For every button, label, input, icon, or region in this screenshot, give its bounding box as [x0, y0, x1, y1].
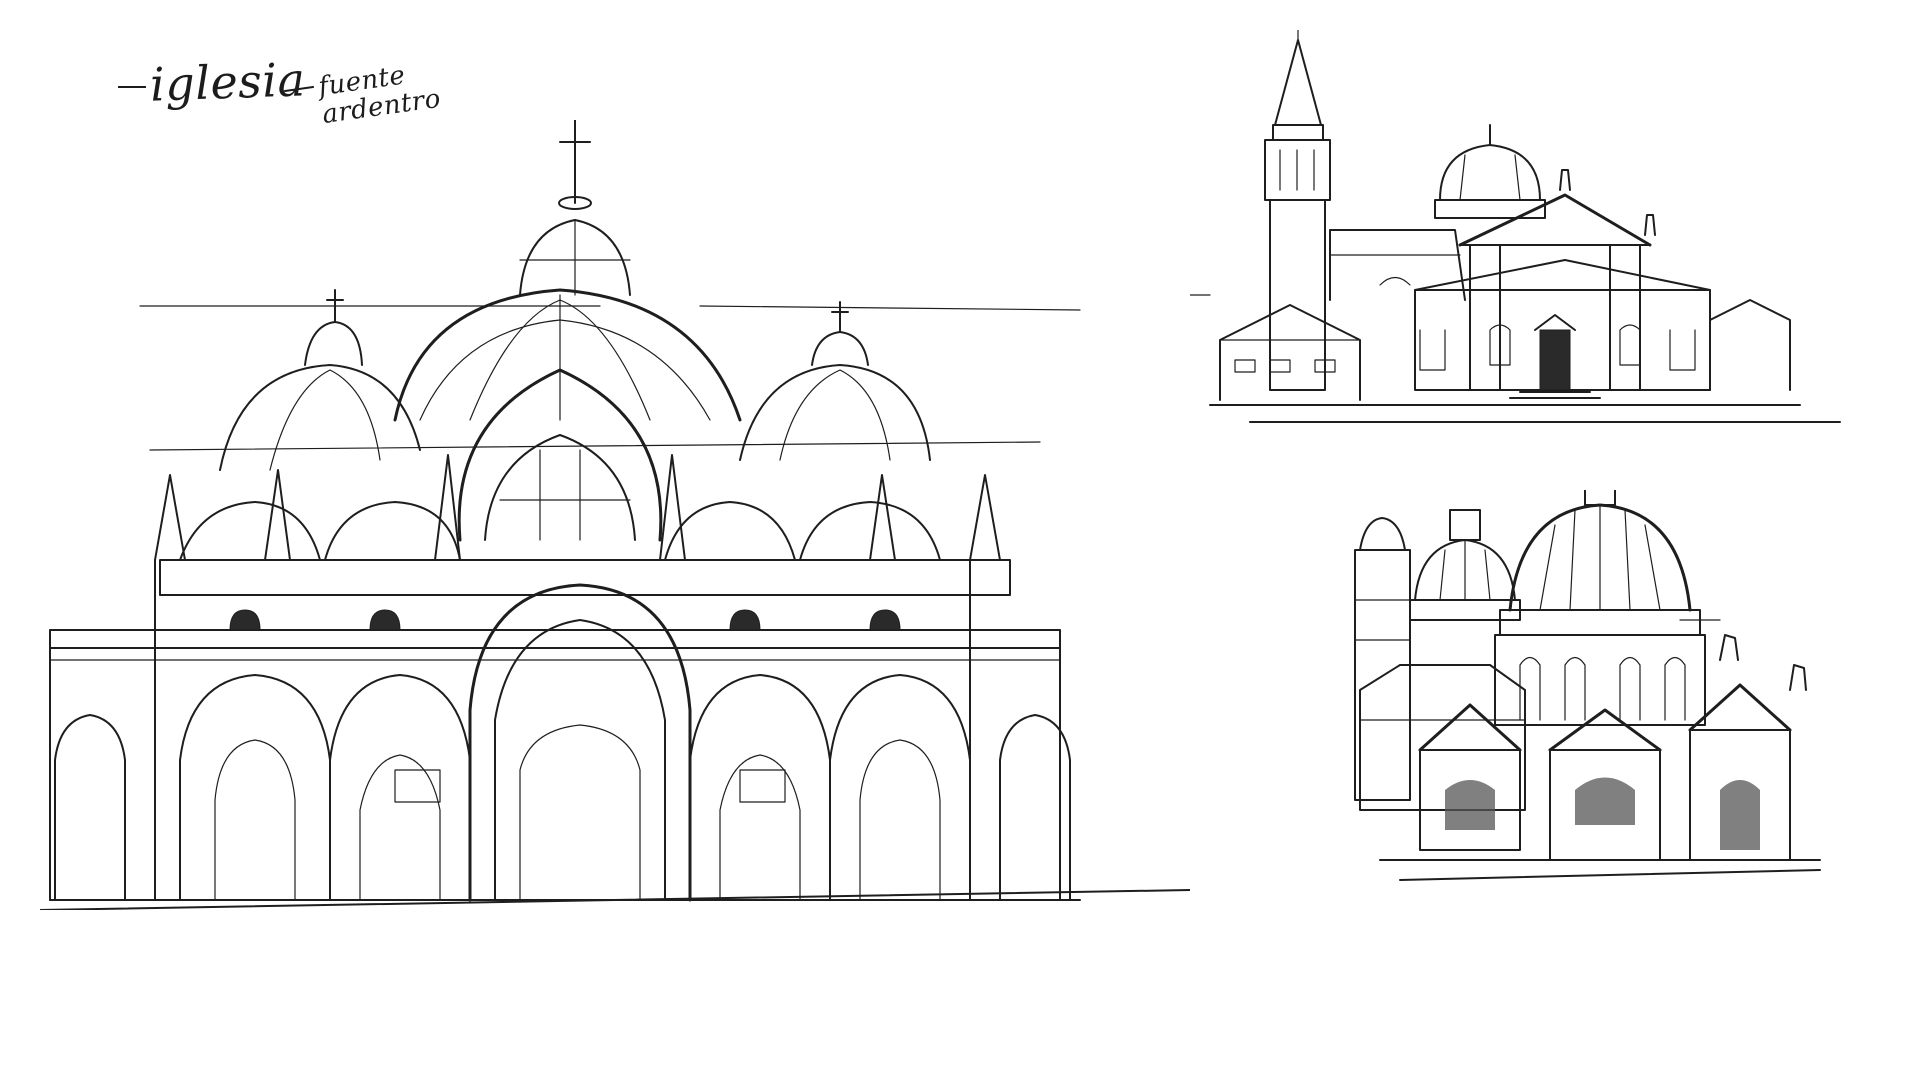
basilica-drawing — [40, 120, 1190, 910]
sketch-canvas: iglesia fuente ardentro — [0, 0, 1920, 1080]
note-dash — [118, 86, 146, 88]
note-fuente: fuente ardentro — [317, 57, 443, 130]
domed-church-sketch — [1320, 490, 1880, 1050]
domed-church-drawing — [1354, 490, 1821, 881]
bell-tower-church-drawing — [1190, 30, 1841, 423]
church-with-bell-tower-sketch — [1190, 30, 1860, 500]
note-iglesia: iglesia — [149, 52, 307, 112]
st-marks-basilica-sketch — [40, 120, 1190, 910]
